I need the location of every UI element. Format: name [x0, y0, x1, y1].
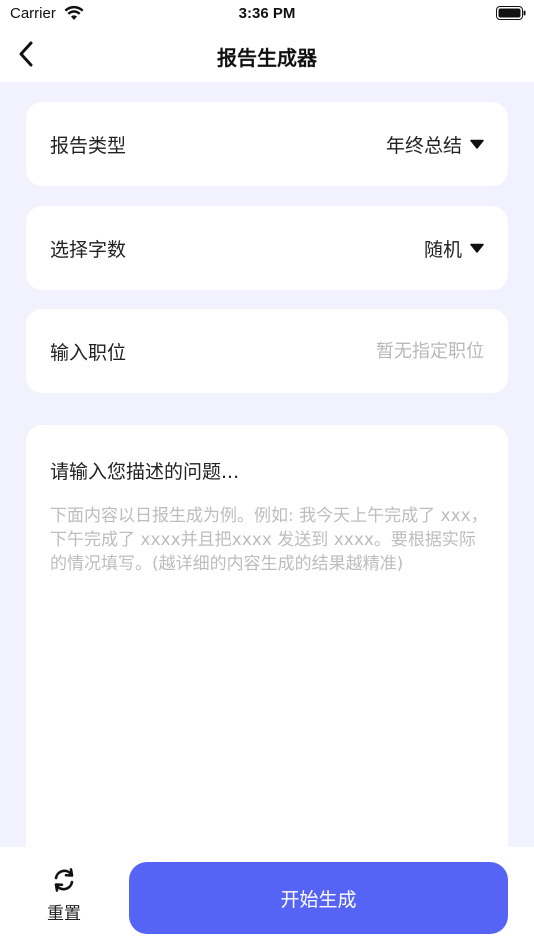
- position-row: 输入职位: [26, 309, 508, 393]
- description-card[interactable]: 请输入您描述的问题... 下面内容以日报生成为例。例如: 我今天上午完成了 xx…: [26, 425, 508, 865]
- reset-button[interactable]: 重置: [32, 867, 96, 931]
- report-type-select[interactable]: 年终总结: [386, 131, 484, 158]
- refresh-icon: [54, 868, 74, 892]
- report-type-row[interactable]: 报告类型 年终总结: [26, 102, 508, 186]
- generate-button[interactable]: 开始生成: [129, 862, 508, 934]
- word-count-value: 随机: [423, 238, 462, 261]
- word-count-label: 选择字数: [50, 238, 127, 261]
- battery-icon: [496, 6, 526, 20]
- caret-down-icon: [470, 139, 484, 149]
- description-title: 请输入您描述的问题...: [50, 461, 240, 483]
- caret-down-icon: [470, 243, 484, 253]
- bottom-bar: 重置 开始生成: [0, 847, 534, 950]
- position-label: 输入职位: [50, 341, 127, 364]
- status-bar: Carrier 3:36 PM: [0, 0, 534, 30]
- page-title: 报告生成器: [217, 46, 317, 70]
- word-count-select[interactable]: 随机: [424, 235, 484, 262]
- report-type-label: 报告类型: [50, 134, 127, 157]
- report-type-value: 年终总结: [385, 134, 462, 157]
- reset-label: 重置: [47, 904, 81, 924]
- position-input[interactable]: [264, 340, 484, 362]
- word-count-row[interactable]: 选择字数 随机: [26, 206, 508, 290]
- description-placeholder[interactable]: 下面内容以日报生成为例。例如: 我今天上午完成了 xxx，下午完成了 xxxx并…: [50, 504, 490, 576]
- nav-bar: 报告生成器: [0, 30, 534, 82]
- status-time: 3:36 PM: [238, 5, 296, 22]
